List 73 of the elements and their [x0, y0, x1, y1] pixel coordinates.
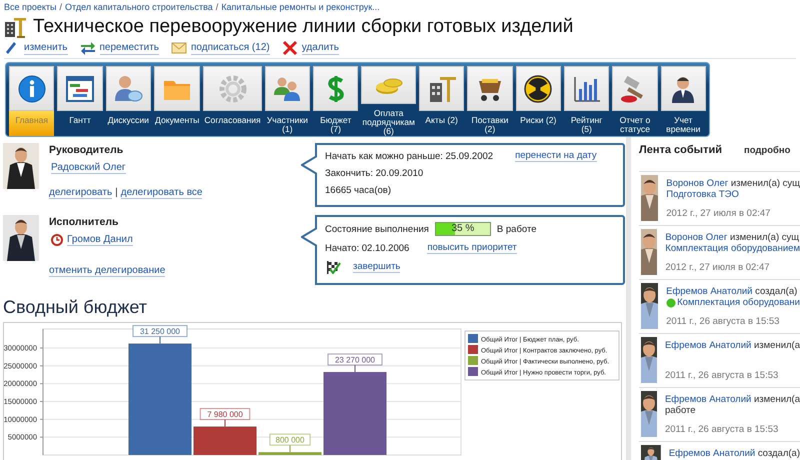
breadcrumb-link[interactable]: Все проекты	[4, 2, 57, 13]
radiation-icon	[522, 72, 554, 104]
event-action: изменил(а	[754, 340, 800, 351]
legend-swatch	[468, 367, 478, 376]
progress-label: Состояние выполнения	[325, 224, 429, 234]
hours-label: 16665 часа(ов)	[325, 185, 392, 196]
object-link[interactable]: Комплектация оборудованием	[665, 243, 800, 254]
event-text: работе	[664, 405, 697, 416]
status-label: В работе	[496, 224, 536, 234]
priority-link[interactable]: повысить приоритет	[427, 242, 517, 254]
reschedule-link[interactable]: перенести на дату	[515, 150, 597, 162]
feed-title: Лента событий	[639, 144, 722, 156]
action-link[interactable]: изменить	[24, 41, 68, 55]
object-link[interactable]: Подготовка ТЭО	[666, 189, 739, 200]
event-time: 2012 г., 27 июля в 02:47	[666, 208, 772, 221]
details-link[interactable]: подробно	[744, 144, 790, 156]
person-link[interactable]: Громов Данил	[67, 234, 133, 246]
clock-icon	[51, 234, 63, 246]
event-action: изменил(а	[754, 394, 800, 405]
data-label: 31 250 000	[132, 325, 188, 338]
arrows-icon	[80, 40, 96, 56]
start-date: Начать как можно раньше: 25.09.2002	[325, 150, 494, 162]
gear-icon	[216, 72, 249, 104]
delegate-link[interactable]: делегировать все	[120, 187, 202, 199]
finish-date: Закончить: 20.09.2010	[325, 168, 424, 179]
data-label: 7 980 000	[207, 410, 244, 420]
event-time: 2011 г., 26 августа в 15:53	[664, 424, 780, 437]
object-link[interactable]: Комплектация оборудовани	[677, 297, 800, 308]
building-crane-icon	[4, 16, 27, 38]
data-label: 7 980 000	[200, 408, 250, 420]
delegate-link[interactable]: отменить делегирование	[49, 265, 166, 277]
data-label: 23 270 000	[328, 354, 382, 366]
role-label: Руководитель	[49, 144, 124, 156]
event-action: создал(а)	[755, 286, 798, 297]
start-date: Начато: 02.10.2006	[325, 242, 410, 254]
complete-link[interactable]: завершить	[353, 261, 400, 273]
status-dot-icon	[666, 298, 676, 308]
author-link[interactable]: Воронов Олег	[666, 178, 728, 189]
page-title: Техническое перевооружение линии сборки готовых изделий	[33, 15, 574, 39]
legend-swatch	[468, 356, 478, 365]
author-link[interactable]: Ефремов Анатолий	[666, 286, 752, 297]
data-label: 31 250 000	[140, 327, 181, 336]
author-link[interactable]: Ефремов Анатолий	[664, 340, 752, 351]
legend-swatch	[468, 334, 478, 343]
delete-icon	[282, 40, 298, 56]
person-link[interactable]: Радовский Олег	[51, 162, 126, 174]
author-link[interactable]: Воронов Олег	[665, 232, 728, 243]
section-title: Сводный бюджет	[3, 296, 148, 318]
delegate-link[interactable]: делегировать	[49, 187, 112, 199]
event-action: изменил(а) сущ	[730, 232, 800, 243]
legend-swatch	[468, 345, 478, 354]
author-link[interactable]: Ефремов Анатолий	[664, 394, 752, 405]
envelope-icon	[171, 40, 188, 56]
event-time: 2012 г., 27 июля в 02:47	[665, 262, 771, 275]
author-link[interactable]: Ефремов Анатолий	[668, 448, 756, 459]
link-separator: |	[115, 187, 118, 199]
action-link[interactable]: подписаться (12)	[191, 41, 270, 55]
data-label: 800 000	[276, 436, 306, 445]
action-link[interactable]: удалить	[302, 41, 339, 55]
event-action: создал(а)	[758, 448, 800, 459]
breadcrumb-separator: /	[60, 2, 62, 13]
breadcrumb-link[interactable]: Отдел капитального строительства	[65, 2, 213, 13]
event-time: 2011 г., 26 августа в 15:53	[664, 370, 780, 383]
event-time: 2011 г., 26 августа в 15:53	[666, 316, 780, 329]
checkered-flag-icon	[325, 260, 341, 274]
data-label: 23 270 000	[334, 356, 376, 365]
role-label: Исполнитель	[49, 216, 120, 228]
data-label: 800 000	[269, 434, 311, 446]
action-link[interactable]: переместить	[100, 41, 160, 55]
info-icon	[16, 72, 48, 104]
breadcrumb-link[interactable]: Капитальные ремонты и реконструк...	[221, 2, 380, 13]
breadcrumb-separator: /	[216, 2, 218, 13]
event-action: изменил(а) сущ	[730, 178, 800, 189]
